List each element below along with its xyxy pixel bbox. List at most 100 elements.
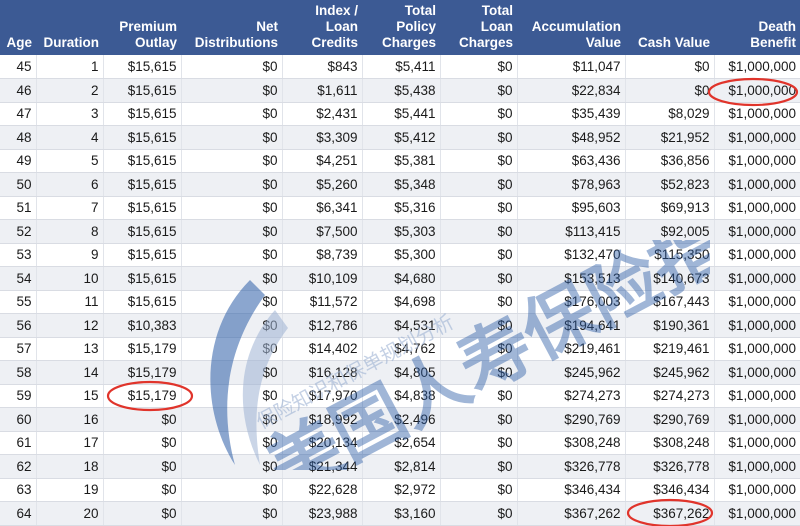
cell-duration: 10 [35,266,103,291]
cell-death-benefit: $1,000,000 [713,454,800,479]
cell-total-loan-charges: $0 [439,431,517,455]
cell-death-benefit: $1,000,000 [713,78,800,103]
cell-total-policy-charges: $3,160 [361,501,440,526]
cell-age: 63 [0,478,36,502]
cell-total-policy-charges: $5,300 [361,243,440,267]
cell-premium-outlay: $15,615 [102,102,181,126]
cell-accumulation-value: $176,003 [516,290,625,314]
header-total-policy-charges: Total Policy Charges [381,3,436,50]
cell-cash-value: $367,262 [624,501,714,526]
table-row: 56 12 $10,383 $0 $12,786 $4,531 $0 $194,641 $190… [0,313,800,338]
cell-accumulation-value: $63,436 [516,149,625,173]
cell-death-benefit: $1,000,000 [713,337,800,361]
cell-total-policy-charges: $5,303 [361,219,440,244]
cell-premium-outlay: $15,615 [102,149,181,173]
cell-cash-value: $8,029 [624,102,714,126]
cell-duration: 15 [35,384,103,408]
cell-cash-value: $308,248 [624,431,714,455]
cell-index-loan-credits: $22,628 [281,478,362,502]
cell-duration: 6 [35,172,103,197]
header-death-benefit: Death Benefit [750,19,796,50]
cell-premium-outlay: $15,615 [102,78,181,103]
cell-age: 47 [0,102,36,126]
cell-accumulation-value: $153,513 [516,266,625,291]
table-row: 49 5 $15,615 $0 $4,251 $5,381 $0 $63,436 $36,856… [0,149,800,173]
cell-net-distributions: $0 [180,290,282,314]
cell-total-policy-charges: $4,698 [361,290,440,314]
cell-premium-outlay: $15,615 [102,266,181,291]
cell-cash-value: $245,962 [624,360,714,385]
cell-total-loan-charges: $0 [439,78,517,103]
cell-premium-outlay: $15,615 [102,243,181,267]
cell-death-benefit: $1,000,000 [713,384,800,408]
cell-accumulation-value: $11,047 [516,55,625,79]
cell-duration: 1 [35,55,103,79]
cell-total-policy-charges: $4,762 [361,337,440,361]
cell-duration: 20 [35,501,103,526]
cell-net-distributions: $0 [180,55,282,79]
table-row: 59 15 $15,179 $0 $17,970 $4,838 $0 $274,273 $274… [0,384,800,408]
cell-index-loan-credits: $23,988 [281,501,362,526]
table-row: 62 18 $0 $0 $21,344 $2,814 $0 $326,778 $326,778 $… [0,454,800,479]
cell-index-loan-credits: $18,992 [281,407,362,432]
cell-age: 45 [0,55,36,79]
cell-accumulation-value: $95,603 [516,196,625,220]
cell-index-loan-credits: $14,402 [281,337,362,361]
cell-total-policy-charges: $5,412 [361,125,440,150]
table-body: 45 1 $15,615 $0 $843 $5,411 $0 $11,047 $0 $1,000,… [0,55,800,526]
cell-duration: 11 [35,290,103,314]
cell-accumulation-value: $194,641 [516,313,625,338]
cell-net-distributions: $0 [180,454,282,479]
cell-age: 54 [0,266,36,291]
header-total-loan-charges: Total Loan Charges [458,3,513,50]
cell-accumulation-value: $326,778 [516,454,625,479]
cell-accumulation-value: $78,963 [516,172,625,197]
cell-premium-outlay: $15,615 [102,172,181,197]
cell-age: 61 [0,431,36,455]
cell-total-policy-charges: $4,838 [361,384,440,408]
table-row: 45 1 $15,615 $0 $843 $5,411 $0 $11,047 $0 $1,000,… [0,55,800,79]
cell-death-benefit: $1,000,000 [713,431,800,455]
cell-net-distributions: $0 [180,172,282,197]
cell-duration: 3 [35,102,103,126]
cell-index-loan-credits: $8,739 [281,243,362,267]
table-row: 60 16 $0 $0 $18,992 $2,496 $0 $290,769 $290,769 $… [0,407,800,432]
cell-total-loan-charges: $0 [439,360,517,385]
cell-age: 58 [0,360,36,385]
cell-premium-outlay: $15,615 [102,196,181,220]
cell-premium-outlay: $0 [102,407,181,432]
cell-cash-value: $0 [624,78,714,103]
cell-death-benefit: $1,000,000 [713,360,800,385]
cell-cash-value: $36,856 [624,149,714,173]
table-row: 63 19 $0 $0 $22,628 $2,972 $0 $346,434 $346,434 $… [0,478,800,502]
cell-total-loan-charges: $0 [439,196,517,220]
cell-net-distributions: $0 [180,149,282,173]
cell-age: 46 [0,78,36,103]
cell-premium-outlay: $0 [102,454,181,479]
cell-total-loan-charges: $0 [439,501,517,526]
cell-death-benefit: $1,000,000 [713,102,800,126]
cell-accumulation-value: $219,461 [516,337,625,361]
header-premium-outlay: Premium Outlay [119,19,177,50]
cell-net-distributions: $0 [180,219,282,244]
cell-total-policy-charges: $4,531 [361,313,440,338]
cell-death-benefit: $1,000,000 [713,149,800,173]
cell-cash-value: $290,769 [624,407,714,432]
cell-death-benefit: $1,000,000 [713,243,800,267]
cell-premium-outlay: $15,179 [102,384,181,408]
cell-accumulation-value: $308,248 [516,431,625,455]
cell-total-loan-charges: $0 [439,337,517,361]
table-row: 64 20 $0 $0 $23,988 $3,160 $0 $367,262 $367,262 $… [0,501,800,526]
cell-age: 48 [0,125,36,150]
table-row: 54 10 $15,615 $0 $10,109 $4,680 $0 $153,513 $140… [0,266,800,291]
cell-total-loan-charges: $0 [439,55,517,79]
table-row: 50 6 $15,615 $0 $5,260 $5,348 $0 $78,963 $52,823… [0,172,800,197]
cell-total-policy-charges: $2,814 [361,454,440,479]
cell-accumulation-value: $274,273 [516,384,625,408]
cell-age: 52 [0,219,36,244]
cell-net-distributions: $0 [180,78,282,103]
cell-total-loan-charges: $0 [439,125,517,150]
header-duration: Duration [43,35,100,50]
cell-net-distributions: $0 [180,243,282,267]
cell-index-loan-credits: $16,128 [281,360,362,385]
